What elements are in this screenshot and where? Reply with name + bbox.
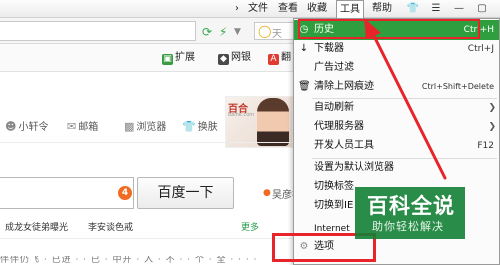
search-engine-hint: 天 — [272, 29, 282, 40]
chevron-down-icon[interactable]: ▼ — [234, 25, 241, 39]
mail-icon: ✉ — [67, 120, 77, 133]
browser-icon: ▩ — [124, 120, 135, 133]
url-input[interactable] — [0, 21, 196, 41]
refresh-icon[interactable]: ⟳ — [202, 25, 212, 39]
menu-item-label: 代理服务器 — [314, 121, 364, 132]
menu-help[interactable]: 帮助 — [372, 2, 392, 16]
nav-mail[interactable]: ✉ 邮箱 — [67, 118, 98, 133]
annotation-box-history — [298, 19, 480, 39]
menu-item-label: 设置为默认浏览器 — [314, 162, 394, 173]
watermark-title: 百科全说 — [367, 194, 455, 218]
chevron-right-icon: ❯ — [488, 103, 496, 113]
menu-item-label: 切换到IE — [314, 200, 354, 211]
watermark-subtitle: 助你轻松解决 — [372, 220, 444, 233]
chevron-right-icon: ❯ — [488, 122, 496, 132]
menu-item-proxy[interactable]: 代理服务器 ❯ — [294, 117, 499, 137]
menu-file[interactable]: 文件 — [248, 2, 268, 16]
menu-item-label: 下载器 — [314, 43, 344, 54]
search-input[interactable] — [0, 177, 134, 209]
menu-item-label: 清除上网痕迹 — [314, 81, 374, 92]
menu-item-label: 广告过滤 — [314, 62, 354, 73]
ad-subtitle: baihe.com — [228, 112, 255, 118]
fav-extensions-label: 扩展 — [175, 52, 195, 63]
menu-item-downloader[interactable]: ↓ 下载器 Ctrl+J — [294, 39, 499, 59]
menu-favorites[interactable]: 收藏 — [307, 2, 327, 16]
fav-translate[interactable]: A翻 — [268, 52, 291, 65]
nav-skin[interactable]: 👕 换肤 — [182, 118, 218, 133]
user-icon: ☻ — [5, 120, 17, 133]
search-engine-box[interactable]: ◯ 天 — [254, 22, 294, 40]
fav-extensions[interactable]: ▣ 扩展 — [162, 52, 195, 65]
chevron-right-icon[interactable]: › — [235, 2, 239, 16]
fav-translate-label: 翻 — [281, 52, 291, 63]
shield-icon: ◆ — [218, 54, 229, 65]
menu-item-clear-traces[interactable]: 🗑 清除上网痕迹 Ctrl+Shift+Delete — [294, 77, 499, 97]
menu-item-shortcut: F12 — [477, 141, 494, 151]
hot-dot-icon: ● — [263, 188, 271, 198]
fav-bank[interactable]: ◆ 网银 — [218, 52, 251, 65]
translate-icon: A — [268, 54, 279, 65]
nav-mail-label: 邮箱 — [78, 122, 99, 133]
nav-skin-label: 换肤 — [197, 122, 218, 133]
lightning-icon[interactable]: ⚡ — [219, 25, 227, 39]
menu-item-shortcut: Ctrl+Shift+Delete — [421, 82, 494, 91]
nav-user[interactable]: ☻ 小轩令 — [5, 118, 48, 133]
menu-view[interactable]: 查看 — [278, 2, 298, 16]
news-link[interactable]: 李安谈色戒 — [88, 220, 133, 233]
puzzle-icon: ▣ — [162, 54, 173, 65]
maximize-icon[interactable]: ▢ — [472, 1, 492, 16]
nav-browser[interactable]: ▩ 浏览器 — [124, 118, 166, 133]
shirt-icon: 👕 — [182, 120, 196, 133]
menu-item-adblock[interactable]: 广告过滤 — [294, 58, 499, 78]
shirt-icon[interactable]: 👕 — [403, 1, 423, 16]
menu-item-label: 切换标签 — [314, 181, 354, 192]
menu-item-devtools[interactable]: 开发人员工具 F12 — [294, 136, 499, 156]
menu-item-label: 自动刷新 — [314, 102, 354, 113]
ad-photo — [257, 98, 289, 146]
notification-badge: 4 — [118, 186, 132, 200]
minimize-icon[interactable]: — — [449, 1, 469, 16]
menu-item-auto-refresh[interactable]: 自动刷新 ❯ — [294, 98, 499, 118]
menu-icon[interactable]: ☰ — [426, 1, 446, 16]
search-button[interactable]: 百度一下 — [137, 177, 234, 209]
trash-icon: 🗑 — [298, 81, 311, 92]
menu-item-label: 开发人员工具 — [314, 140, 374, 151]
download-icon: ↓ — [299, 43, 309, 54]
menu-tools[interactable]: 工具 — [336, 0, 364, 18]
menu-bar: › 文件 查看 收藏 工具 帮助 👕 ☰ — ▢ — [0, 0, 500, 18]
menu-item-shortcut: Ctrl+J — [467, 44, 494, 54]
divider — [0, 142, 296, 143]
news-more-link[interactable]: 更多 — [241, 220, 259, 233]
news-link[interactable]: 成龙女徒弟曝光 — [5, 220, 68, 233]
search-engine-icon[interactable]: ◯ — [258, 24, 271, 38]
nav-user-label: 小轩令 — [18, 122, 49, 133]
divider — [0, 238, 296, 239]
nav-browser-label: 浏览器 — [136, 122, 167, 133]
menu-item-default-browser[interactable]: 设置为默认浏览器 — [294, 158, 499, 178]
fav-bank-label: 网银 — [231, 52, 251, 63]
